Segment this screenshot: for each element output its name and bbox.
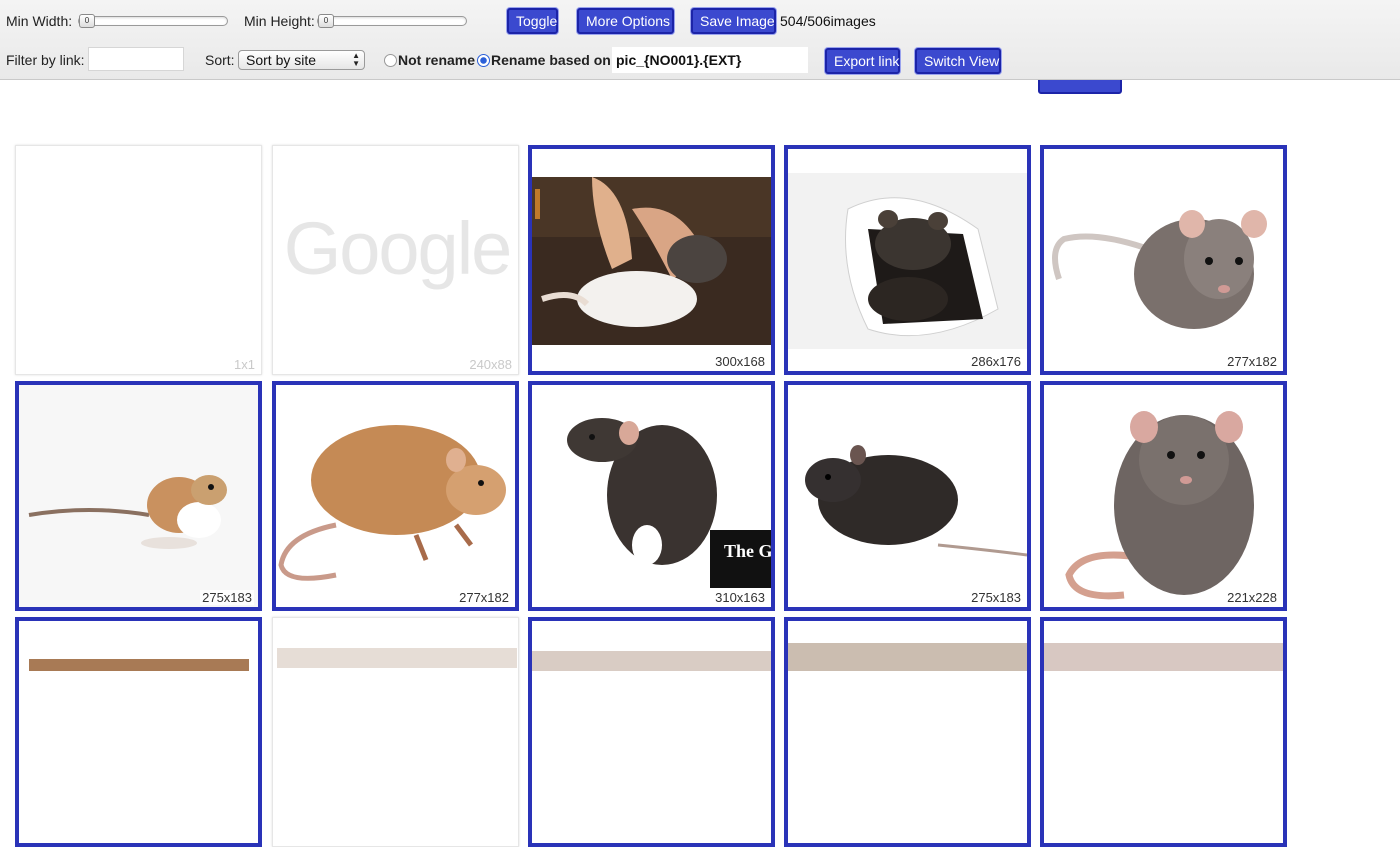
toggle-button[interactable]: Toggle xyxy=(507,8,558,34)
image-card[interactable]: 300x168 xyxy=(528,145,775,375)
more-options-button[interactable]: More Options xyxy=(577,8,674,34)
image-dimensions: 275x183 xyxy=(200,590,254,605)
image-card[interactable]: 1x1 xyxy=(15,145,262,375)
not-rename-label: Not rename xyxy=(398,52,476,68)
min-height-label: Min Height: xyxy=(244,13,315,29)
image-card[interactable] xyxy=(1040,617,1287,847)
image-dimensions: 240x88 xyxy=(469,357,512,372)
image-card[interactable] xyxy=(784,617,1031,847)
image-card[interactable]: 275x183 xyxy=(784,381,1031,611)
sort-label: Sort: xyxy=(205,52,235,68)
image-dimensions: 277x182 xyxy=(457,590,511,605)
toolbar: Min Width: 0 Min Height: 0 Toggle More O… xyxy=(0,0,1400,80)
save-image-button[interactable]: Save Image xyxy=(691,8,776,34)
grey-rat-image xyxy=(1044,149,1283,371)
image-card[interactable] xyxy=(272,617,519,847)
black-rat-image xyxy=(788,385,1027,607)
sort-select-value: Sort by site xyxy=(246,52,317,68)
select-arrows-icon: ▲ ▼ xyxy=(352,51,360,68)
image-card[interactable]: 277x182 xyxy=(272,381,519,611)
image-card[interactable]: 286x176 xyxy=(784,145,1031,375)
image-dimensions: 275x183 xyxy=(969,590,1023,605)
image-card[interactable] xyxy=(528,617,775,847)
rat-through-paper-image xyxy=(788,173,1027,349)
sort-select[interactable]: Sort by site ▲ ▼ xyxy=(238,50,365,70)
image-dimensions: 1x1 xyxy=(234,357,255,372)
image-dimensions: 221x228 xyxy=(1225,590,1279,605)
google-logo: Google xyxy=(283,207,513,290)
filter-label: Filter by link: xyxy=(6,52,85,68)
image-card[interactable]: 275x183 xyxy=(15,381,262,611)
image-card[interactable]: The Guardi 310x163 xyxy=(528,381,775,611)
export-link-button[interactable]: Export link xyxy=(825,48,900,74)
rename-label: Rename based on xyxy=(491,52,611,68)
min-width-label: Min Width: xyxy=(6,13,73,29)
rename-pattern-input[interactable]: pic_{NO001}.{EXT} xyxy=(612,47,808,73)
image-card[interactable]: 221x228 xyxy=(1040,381,1287,611)
image-dimensions: 300x168 xyxy=(713,354,767,369)
image-dimensions: 310x163 xyxy=(713,590,767,605)
min-height-thumb[interactable]: 0 xyxy=(318,14,334,28)
image-count: 504/506images xyxy=(780,13,876,29)
brown-rat-illustration-image xyxy=(276,385,515,607)
image-card[interactable]: Google 240x88 xyxy=(272,145,519,375)
min-width-slider[interactable]: 0 xyxy=(78,14,228,28)
partial-image xyxy=(532,651,771,671)
image-dimensions: 277x182 xyxy=(1225,354,1279,369)
watermark-text: The Guardi xyxy=(724,541,771,561)
kangaroo-rat-image xyxy=(19,385,258,607)
partial-image xyxy=(277,648,517,668)
image-card[interactable]: 277x182 xyxy=(1040,145,1287,375)
rat-held-by-hand-image xyxy=(532,177,771,345)
black-rat-standing-image: The Guardi xyxy=(532,385,771,607)
sitting-grey-rat-image xyxy=(1044,385,1283,607)
partial-image xyxy=(29,659,249,671)
image-dimensions: 286x176 xyxy=(969,354,1023,369)
rename-radio[interactable] xyxy=(477,54,490,67)
filter-input[interactable] xyxy=(88,47,184,71)
min-height-slider[interactable]: 0 xyxy=(317,14,467,28)
min-width-thumb[interactable]: 0 xyxy=(79,14,95,28)
image-card[interactable] xyxy=(15,617,262,847)
not-rename-radio[interactable] xyxy=(384,54,397,67)
switch-view-button[interactable]: Switch View xyxy=(915,48,1001,74)
